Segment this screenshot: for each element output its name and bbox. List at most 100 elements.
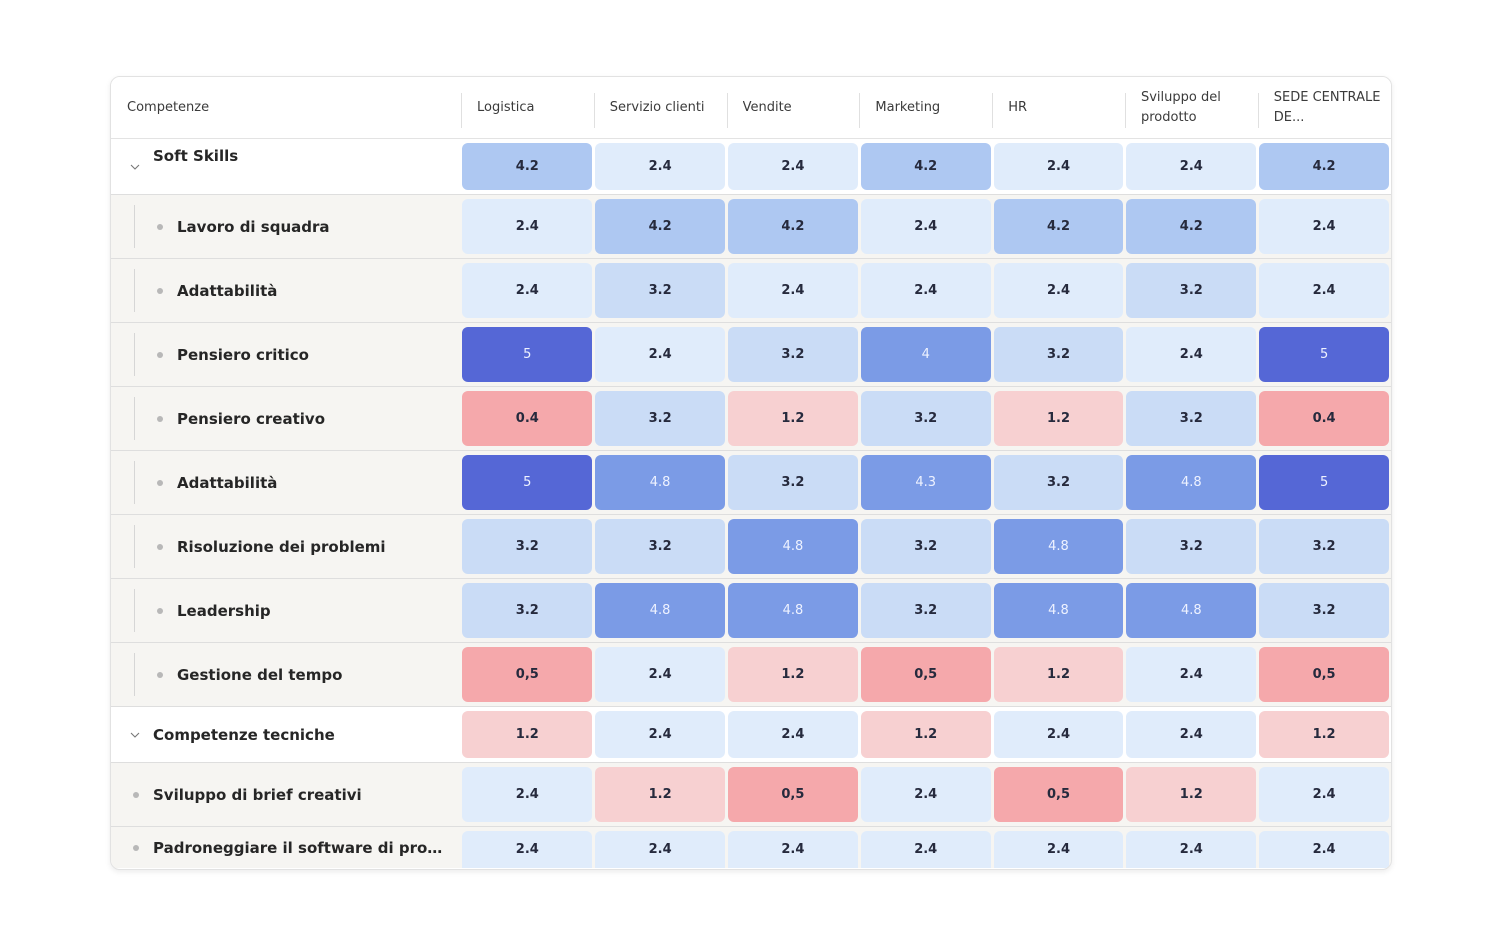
score-chip[interactable]: 2.4 (860, 767, 991, 822)
score-chip[interactable]: 3.2 (595, 391, 726, 446)
score-chip[interactable]: 2.4 (1259, 199, 1389, 254)
score-chip[interactable]: 4.2 (993, 199, 1124, 254)
score-chip[interactable]: 4.8 (1126, 455, 1257, 510)
score-chip[interactable]: 4 (860, 327, 991, 382)
header-col-1[interactable]: Servizio clienti (593, 77, 727, 138)
score-chip[interactable]: 5 (1259, 455, 1389, 510)
score-chip[interactable]: 2.4 (1259, 831, 1389, 868)
score-chip[interactable]: 1.2 (728, 391, 858, 446)
score-chip[interactable]: 0,5 (728, 767, 858, 822)
value-cell: 0.4 (461, 387, 594, 450)
score-chip[interactable]: 2.4 (1259, 767, 1389, 822)
score-chip[interactable]: 4.2 (595, 199, 726, 254)
score-chip[interactable]: 1.2 (595, 767, 726, 822)
header-col-6[interactable]: SEDE CENTRALE DE... (1257, 77, 1391, 138)
score-chip[interactable]: 2.4 (462, 767, 593, 822)
score-chip[interactable]: 3.2 (1126, 263, 1257, 318)
score-chip[interactable]: 2.4 (1126, 711, 1257, 758)
score-chip[interactable]: 2.4 (595, 711, 726, 758)
score-chip[interactable]: 3.2 (462, 519, 593, 574)
score-chip[interactable]: 1.2 (1126, 767, 1257, 822)
score-chip[interactable]: 2.4 (1126, 647, 1257, 702)
score-chip[interactable]: 4.3 (860, 455, 991, 510)
score-chip[interactable]: 4.8 (728, 583, 858, 638)
score-chip[interactable]: 4.2 (1126, 199, 1257, 254)
header-col-0[interactable]: Logistica (461, 77, 594, 138)
score-chip[interactable]: 2.4 (595, 647, 726, 702)
score-chip[interactable]: 1.2 (462, 711, 593, 758)
score-chip[interactable]: 3.2 (1126, 391, 1257, 446)
score-chip[interactable]: 1.2 (860, 711, 991, 758)
score-chip[interactable]: 3.2 (595, 263, 726, 318)
score-chip[interactable]: 2.4 (860, 199, 991, 254)
score-chip[interactable]: 1.2 (728, 647, 858, 702)
score-chip[interactable]: 2.4 (993, 711, 1124, 758)
score-chip[interactable]: 0,5 (1259, 647, 1389, 702)
score-chip[interactable]: 4.2 (462, 143, 593, 190)
score-chip[interactable]: 4.8 (1126, 583, 1257, 638)
score-chip[interactable]: 2.4 (860, 831, 991, 868)
score-chip[interactable]: 2.4 (993, 831, 1124, 868)
score-chip[interactable]: 3.2 (462, 583, 593, 638)
score-chip[interactable]: 2.4 (728, 831, 858, 868)
score-chip[interactable]: 0,5 (993, 767, 1124, 822)
score-chip[interactable]: 5 (462, 455, 593, 510)
score-chip[interactable]: 5 (462, 327, 593, 382)
score-chip[interactable]: 2.4 (1126, 831, 1257, 868)
score-chip[interactable]: 2.4 (595, 143, 726, 190)
score-chip[interactable]: 2.4 (462, 831, 593, 868)
score-chip[interactable]: 2.4 (728, 711, 858, 758)
score-chip[interactable]: 2.4 (728, 263, 858, 318)
score-chip[interactable]: 3.2 (860, 391, 991, 446)
header-col-2[interactable]: Vendite (726, 77, 860, 138)
score-chip[interactable]: 3.2 (1126, 519, 1257, 574)
score-chip[interactable]: 2.4 (993, 263, 1124, 318)
header-competenze[interactable]: Competenze (111, 77, 461, 138)
header-label: Logistica (477, 99, 535, 115)
score-chip[interactable]: 4.8 (595, 455, 726, 510)
score-chip[interactable]: 0,5 (462, 647, 593, 702)
score-chip[interactable]: 3.2 (860, 519, 991, 574)
score-chip[interactable]: 2.4 (993, 143, 1124, 190)
chevron-down-icon[interactable] (129, 729, 141, 741)
score-chip[interactable]: 4.2 (860, 143, 991, 190)
score-chip[interactable]: 3.2 (728, 327, 858, 382)
score-chip[interactable]: 3.2 (728, 455, 858, 510)
score-chip[interactable]: 4.2 (728, 199, 858, 254)
score-chip[interactable]: 2.4 (1126, 327, 1257, 382)
value-cell: 2.4 (461, 827, 594, 868)
score-chip[interactable]: 4.8 (728, 519, 858, 574)
score-chip[interactable]: 4.8 (595, 583, 726, 638)
score-chip[interactable]: 4.2 (1259, 143, 1389, 190)
group-row[interactable]: Competenze tecniche 1.2 2.4 2.4 1.2 2.4 2.4 1.2 (111, 707, 1391, 763)
score-chip[interactable]: 1.2 (993, 647, 1124, 702)
score-chip[interactable]: 3.2 (1259, 519, 1389, 574)
score-chip[interactable]: 3.2 (993, 455, 1124, 510)
score-chip[interactable]: 3.2 (860, 583, 991, 638)
chevron-down-icon[interactable] (129, 161, 141, 173)
score-chip[interactable]: 1.2 (1259, 711, 1389, 758)
score-chip[interactable]: 3.2 (993, 327, 1124, 382)
group-row[interactable]: Soft Skills 4.2 2.4 2.4 4.2 2.4 2.4 4.2 (111, 139, 1391, 195)
score-chip[interactable]: 2.4 (728, 143, 858, 190)
score-chip[interactable]: 2.4 (1126, 143, 1257, 190)
score-chip[interactable]: 0.4 (462, 391, 593, 446)
bullet-icon (157, 223, 163, 230)
score-chip[interactable]: 0,5 (860, 647, 991, 702)
score-chip[interactable]: 3.2 (595, 519, 726, 574)
header-col-3[interactable]: Marketing (859, 77, 992, 138)
header-col-4[interactable]: HR (992, 77, 1125, 138)
score-chip[interactable]: 2.4 (595, 831, 726, 868)
score-chip[interactable]: 2.4 (462, 263, 593, 318)
score-chip[interactable]: 4.8 (993, 519, 1124, 574)
score-chip[interactable]: 0.4 (1259, 391, 1389, 446)
header-col-5[interactable]: Sviluppo del prodotto (1124, 77, 1258, 138)
score-chip[interactable]: 4.8 (993, 583, 1124, 638)
score-chip[interactable]: 2.4 (860, 263, 991, 318)
score-chip[interactable]: 3.2 (1259, 583, 1389, 638)
score-chip[interactable]: 2.4 (595, 327, 726, 382)
score-chip[interactable]: 5 (1259, 327, 1389, 382)
score-chip[interactable]: 1.2 (993, 391, 1124, 446)
score-chip[interactable]: 2.4 (1259, 263, 1389, 318)
score-chip[interactable]: 2.4 (462, 199, 593, 254)
